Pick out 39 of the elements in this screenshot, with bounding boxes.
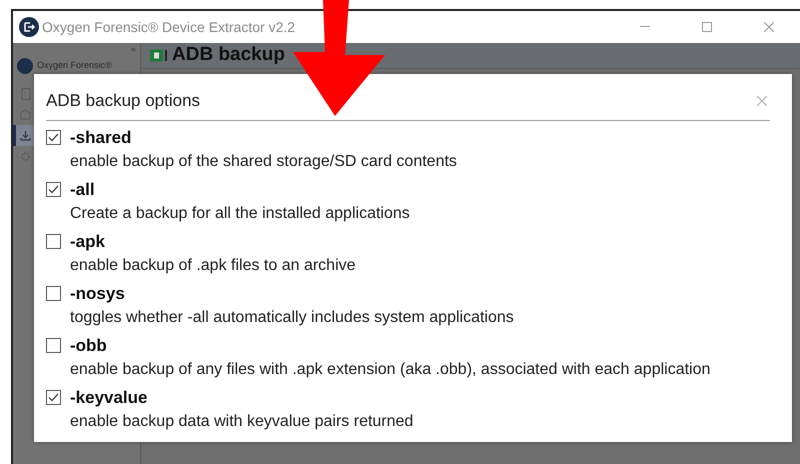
- sidebar-item[interactable]: [13, 125, 35, 146]
- checkbox[interactable]: [46, 130, 61, 145]
- checkbox[interactable]: [46, 390, 61, 405]
- option-description: enable backup of the shared storage/SD card contents: [70, 152, 458, 172]
- checkbox[interactable]: [46, 182, 61, 197]
- close-icon: [764, 22, 774, 32]
- option-name: -nosys: [70, 282, 125, 305]
- checkbox[interactable]: [46, 234, 61, 249]
- window-title: Oxygen Forensic® Device Extractor v2.2: [42, 18, 296, 37]
- option-description: enable backup of any files with .apk extension (aka .obb), associated with each application: [70, 360, 712, 380]
- option-description: enable backup of .apk files to an archive: [70, 256, 357, 276]
- option-name: -all: [70, 178, 95, 201]
- download-icon: [20, 130, 31, 141]
- option-name: -shared: [70, 126, 132, 149]
- check-icon: [48, 133, 59, 142]
- gear-icon: [20, 151, 31, 162]
- checkbox[interactable]: [46, 338, 61, 353]
- close-icon: [757, 96, 767, 106]
- brand-name: Oxygen Forensic®: [37, 59, 112, 72]
- phone-icon: [20, 88, 30, 100]
- check-icon: [48, 393, 59, 402]
- maximize-icon: [702, 22, 712, 32]
- option-description: enable backup data with keyvalue pairs returned: [70, 412, 414, 432]
- collapse-button[interactable]: «: [130, 43, 136, 55]
- module-icon: [150, 49, 168, 62]
- option-name: -obb: [70, 334, 107, 357]
- option-description: Create a backup for all the installed applications: [70, 204, 411, 224]
- header-title: ADB backup: [172, 43, 285, 68]
- option-name: -apk: [70, 230, 105, 253]
- checkbox[interactable]: [46, 286, 61, 301]
- option-name: -keyvalue: [70, 386, 148, 409]
- app-logo-icon: [19, 17, 39, 37]
- minimize-icon: [640, 26, 650, 28]
- brand-logo-icon: [17, 58, 33, 74]
- arrow-icon: [293, 0, 385, 116]
- dialog-title: ADB backup options: [46, 90, 200, 112]
- building-icon: [20, 109, 31, 120]
- option-description: toggles whether -all automatically includes system applications: [70, 308, 515, 328]
- check-icon: [48, 185, 59, 194]
